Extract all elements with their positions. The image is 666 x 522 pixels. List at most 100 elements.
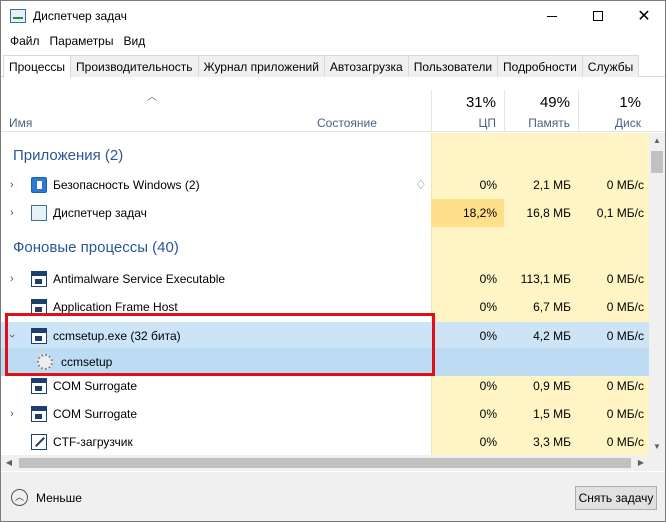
process-disk: 0 МБ/с (606, 272, 644, 286)
column-name[interactable]: Имя (9, 116, 32, 130)
chevron-right-icon[interactable]: › (10, 273, 14, 285)
scroll-right-icon[interactable]: ▶ (633, 455, 649, 471)
process-memory: 2,1 МБ (533, 178, 571, 192)
menu-bar: Файл Параметры Вид (1, 32, 150, 52)
window-icon (31, 299, 47, 315)
horizontal-scrollbar[interactable]: ◀ ▶ (1, 455, 649, 471)
tab-processes[interactable]: Процессы (3, 55, 72, 78)
end-task-button[interactable]: Снять задачу (575, 486, 657, 510)
leaf-icon: ♢ (415, 177, 427, 192)
process-row[interactable]: CTF-загрузчик 0% 3,3 МБ 0 МБ/с (1, 428, 649, 455)
process-row[interactable]: COM Surrogate 0% 0,9 МБ 0 МБ/с (1, 372, 649, 400)
process-disk: 0 МБ/с (606, 435, 644, 449)
process-name: Antimalware Service Executable (53, 272, 226, 286)
window-title: Диспетчер задач (33, 9, 127, 23)
scroll-down-icon[interactable]: ▼ (649, 439, 665, 455)
process-name: COM Surrogate (53, 407, 138, 421)
process-cpu: 0% (479, 272, 497, 286)
task-manager-window: Диспетчер задач ✕ Файл Параметры Вид Про… (0, 0, 666, 522)
process-memory: 1,5 МБ (533, 407, 571, 421)
memory-total: 49% (539, 94, 570, 111)
group-header-background: Фоновые процессы (40) (1, 233, 649, 261)
process-memory: 16,8 МБ (526, 206, 571, 220)
menu-options[interactable]: Параметры (45, 32, 119, 52)
process-memory: 0,9 МБ (533, 379, 571, 393)
window-icon (31, 328, 47, 344)
process-disk: 0 МБ/с (606, 178, 644, 192)
vertical-scrollbar[interactable]: ▲ ▼ (649, 133, 665, 455)
close-icon: ✕ (637, 8, 651, 25)
scroll-left-icon[interactable]: ◀ (1, 455, 17, 471)
process-cpu: 18,2% (462, 206, 497, 220)
window-icon (31, 406, 47, 422)
gear-icon (37, 354, 53, 370)
chevron-right-icon[interactable]: › (10, 179, 14, 191)
chevron-down-icon[interactable]: › (6, 334, 18, 338)
task-manager-icon (10, 9, 26, 23)
process-row-selected[interactable]: › ccmsetup.exe (32 бита) 0% 4,2 МБ 0 МБ/… (1, 322, 649, 350)
process-row[interactable]: › Диспетчер задач 18,2% 16,8 МБ 0,1 МБ/с (1, 199, 649, 227)
scroll-up-icon[interactable]: ▲ (649, 133, 665, 149)
process-disk: 0 МБ/с (606, 407, 644, 421)
process-row[interactable]: › COM Surrogate 0% 1,5 МБ 0 МБ/с (1, 400, 649, 428)
disk-label: Диск (614, 116, 641, 130)
process-disk: 0,1 МБ/с (596, 206, 644, 220)
column-status[interactable]: Состояние (317, 116, 377, 130)
minimize-button[interactable] (529, 1, 575, 31)
chevron-up-circle-icon[interactable]: ︿ (11, 489, 28, 506)
task-manager-icon (31, 205, 47, 221)
process-name: Диспетчер задач (53, 206, 147, 220)
process-list: Приложения (2) › Безопасность Windows (2… (1, 133, 649, 455)
process-memory: 6,7 МБ (533, 300, 571, 314)
maximize-button[interactable] (575, 1, 621, 31)
shield-icon (31, 177, 47, 193)
menu-view[interactable]: Вид (118, 32, 150, 52)
window-icon (31, 378, 47, 394)
process-cpu: 0% (479, 407, 497, 421)
tab-app-history[interactable]: Журнал приложений (197, 55, 325, 77)
title-bar[interactable]: Диспетчер задач ✕ (1, 1, 665, 31)
process-disk: 0 МБ/с (606, 300, 644, 314)
scroll-corner (649, 455, 665, 471)
ctf-loader-icon (31, 434, 47, 450)
scroll-thumb[interactable] (651, 151, 663, 173)
process-cpu: 0% (479, 178, 497, 192)
process-cpu: 0% (479, 329, 497, 343)
tab-users[interactable]: Пользователи (407, 55, 499, 77)
process-row[interactable]: Application Frame Host 0% 6,7 МБ 0 МБ/с (1, 293, 649, 321)
close-button[interactable]: ✕ (621, 1, 665, 31)
tab-performance[interactable]: Производительность (70, 55, 199, 77)
minimize-icon (547, 15, 557, 17)
process-cpu: 0% (479, 379, 497, 393)
process-name: COM Surrogate (53, 379, 138, 393)
process-row[interactable]: › Безопасность Windows (2) ♢ 0% 2,1 МБ 0… (1, 171, 649, 199)
process-row[interactable]: › Antimalware Service Executable 0% 113,… (1, 265, 649, 293)
process-disk: 0 МБ/с (606, 379, 644, 393)
hscroll-thumb[interactable] (19, 458, 631, 468)
process-name: Безопасность Windows (2) (53, 178, 200, 192)
tab-startup[interactable]: Автозагрузка (323, 55, 409, 77)
tab-details[interactable]: Подробности (497, 55, 583, 77)
tab-services[interactable]: Службы (581, 55, 640, 77)
column-memory[interactable]: 49% Память (504, 90, 578, 132)
fewer-details-link[interactable]: Меньше (36, 491, 82, 505)
sort-up-icon: ︿ (147, 92, 157, 103)
tab-bar: Процессы Производительность Журнал прило… (1, 55, 665, 78)
chevron-right-icon[interactable]: › (10, 207, 14, 219)
group-title-apps: Приложения (2) (13, 147, 124, 164)
process-memory: 113,1 МБ (520, 272, 571, 286)
process-name: CTF-загрузчик (53, 435, 133, 449)
process-memory: 4,2 МБ (533, 329, 571, 343)
group-title-background: Фоновые процессы (40) (13, 239, 179, 256)
footer-bar: ︿ Меньше Снять задачу (1, 472, 665, 521)
group-header-apps: Приложения (2) (1, 141, 649, 169)
process-name: ccmsetup.exe (32 бита) (53, 329, 181, 343)
column-disk[interactable]: 1% Диск (578, 90, 649, 132)
disk-total: 1% (619, 94, 641, 111)
menu-file[interactable]: Файл (5, 32, 45, 52)
column-cpu[interactable]: 31% ЦП (431, 90, 504, 132)
process-name: Application Frame Host (53, 300, 178, 314)
maximize-icon (593, 11, 603, 21)
chevron-right-icon[interactable]: › (10, 408, 14, 420)
column-header: ︿ Имя Состояние 31% ЦП 49% Память 1% Дис… (1, 90, 665, 132)
